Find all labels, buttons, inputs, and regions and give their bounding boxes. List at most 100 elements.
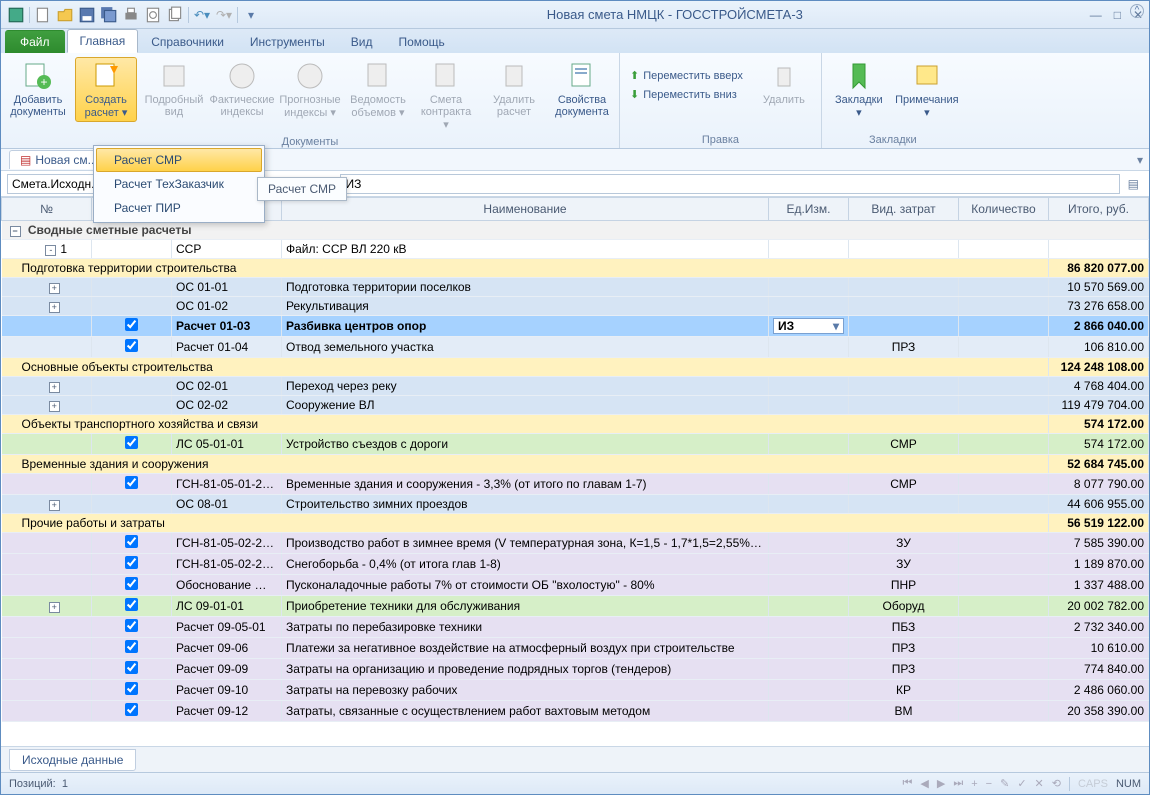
grid-row[interactable]: +ОС 02-02Сооружение ВЛ119 479 704.00 (2, 396, 1149, 415)
grid-row[interactable]: Прочие работы и затраты56 519 122.00 (2, 514, 1149, 533)
expand-icon[interactable]: + (49, 302, 60, 313)
expand-icon[interactable]: + (49, 382, 60, 393)
grid-area[interactable]: № Активность Шифр Наименование Ед.Изм. В… (1, 197, 1149, 746)
save-icon[interactable] (78, 6, 96, 24)
grid-row[interactable]: Объекты транспортного хозяйства и связи5… (2, 415, 1149, 434)
grid-row[interactable]: Основные объекты строительства124 248 10… (2, 358, 1149, 377)
expand-icon[interactable]: + (49, 602, 60, 613)
status-x-icon[interactable]: ✕ (1035, 777, 1044, 790)
status-ok-icon[interactable]: ✓ (1017, 777, 1026, 790)
row-checkbox[interactable] (125, 682, 138, 695)
col-no[interactable]: № (2, 198, 92, 221)
fact-index-button[interactable]: Фактические индексы (211, 57, 273, 121)
undo-icon[interactable]: ↶▾ (193, 6, 211, 24)
qat-more-icon[interactable]: ▾ (242, 6, 260, 24)
vol-sheet-button[interactable]: Ведомость объемов ▾ (347, 57, 409, 122)
status-nav-prev-icon[interactable]: ◀ (920, 777, 928, 790)
create-calc-button[interactable]: Создать расчет ▾ (75, 57, 137, 122)
row-checkbox[interactable] (125, 703, 138, 716)
contract-button[interactable]: Смета контракта ▾ (415, 57, 477, 134)
row-checkbox[interactable] (125, 640, 138, 653)
grid-options-icon[interactable]: ▤ (1124, 177, 1143, 191)
grid-row[interactable]: +ЛС 09-01-01Приобретение техники для обс… (2, 596, 1149, 617)
grid-row[interactable]: +ОС 01-02Рекультивация73 276 658.00 (2, 297, 1149, 316)
dropdown-icon[interactable]: ▾ (829, 319, 843, 333)
status-nav-first-icon[interactable]: ⏮ (902, 777, 912, 790)
new-doc-icon[interactable] (34, 6, 52, 24)
grid-row[interactable]: ГСН-81-05-02-20...Снегоборьба - 0,4% (от… (2, 554, 1149, 575)
grid-row[interactable]: Расчет 09-12Затраты, связанные с осущест… (2, 701, 1149, 722)
formula-input[interactable] (340, 174, 1119, 194)
status-nav-next-icon[interactable]: ▶ (937, 777, 945, 790)
row-checkbox[interactable] (125, 598, 138, 611)
row-checkbox[interactable] (125, 577, 138, 590)
grid-row[interactable]: +ОС 02-01Переход через реку4 768 404.00 (2, 377, 1149, 396)
grid-row[interactable]: Подготовка территории строительства86 82… (2, 259, 1149, 278)
grid-row[interactable]: -1ССРФайл: ССР ВЛ 220 кВ (2, 240, 1149, 259)
bookmarks-button[interactable]: Закладки ▾ (828, 57, 890, 122)
menu-item-smr[interactable]: Расчет СМР (96, 148, 262, 172)
col-vid[interactable]: Вид. затрат (849, 198, 959, 221)
redo-icon[interactable]: ↷▾ (215, 6, 233, 24)
prog-index-button[interactable]: Прогнозные индексы ▾ (279, 57, 341, 122)
tab-view[interactable]: Вид (338, 30, 386, 53)
doc-tab-dropdown-icon[interactable]: ▾ (1137, 153, 1149, 167)
tab-file[interactable]: Файл (5, 30, 65, 53)
status-add-icon[interactable]: + (971, 778, 977, 790)
grid-row[interactable]: ГСН-81-05-01-20...Временные здания и соо… (2, 474, 1149, 495)
row-checkbox[interactable] (125, 318, 138, 331)
open-icon[interactable] (56, 6, 74, 24)
doc-props-button[interactable]: Свойства документа (551, 57, 613, 121)
row-checkbox[interactable] (125, 661, 138, 674)
expand-icon[interactable]: - (45, 245, 56, 256)
status-edit-icon[interactable]: ✎ (1000, 777, 1009, 790)
group-header-row[interactable]: − Сводные сметные расчеты (2, 221, 1149, 240)
grid-row[interactable]: Расчет 09-06Платежи за негативное воздей… (2, 638, 1149, 659)
preview-icon[interactable] (144, 6, 162, 24)
tab-main[interactable]: Главная (67, 29, 139, 53)
add-documents-button[interactable]: + Добавить документы (7, 57, 69, 121)
grid-row[interactable]: Расчет 01-04Отвод земельного участкаПРЗ1… (2, 337, 1149, 358)
grid-row[interactable]: Расчет 09-05-01Затраты по перебазировке … (2, 617, 1149, 638)
delete-button[interactable]: Удалить (753, 57, 815, 109)
row-checkbox[interactable] (125, 535, 138, 548)
col-qty[interactable]: Количество (959, 198, 1049, 221)
grid-row[interactable]: Обоснование №...Пусконаладочные работы 7… (2, 575, 1149, 596)
saveall-icon[interactable] (100, 6, 118, 24)
expand-icon[interactable]: + (49, 401, 60, 412)
row-checkbox[interactable] (125, 436, 138, 449)
col-name[interactable]: Наименование (282, 198, 769, 221)
move-up-button[interactable]: ⬆Переместить вверх (626, 67, 747, 84)
row-checkbox[interactable] (125, 476, 138, 489)
grid-row[interactable]: ЛС 05-01-01Устройство съездов с дорогиСМ… (2, 434, 1149, 455)
grid-row[interactable]: Расчет 01-03Разбивка центров опорИЗ▾2 86… (2, 316, 1149, 337)
grid-row[interactable]: Расчет 09-10Затраты на перевозку рабочих… (2, 680, 1149, 701)
expand-icon[interactable]: + (49, 283, 60, 294)
tab-refs[interactable]: Справочники (138, 30, 237, 53)
menu-item-pir[interactable]: Расчет ПИР (96, 196, 262, 220)
collapse-icon[interactable]: − (10, 226, 21, 237)
grid-row[interactable]: Временные здания и сооружения52 684 745.… (2, 455, 1149, 474)
grid-row[interactable]: ГСН-81-05-02-20...Производство работ в з… (2, 533, 1149, 554)
col-ed[interactable]: Ед.Изм. (769, 198, 849, 221)
tab-help[interactable]: Помощь (385, 30, 457, 53)
notes-button[interactable]: Примечания ▾ (896, 57, 958, 122)
del-calc-button[interactable]: Удалить расчет (483, 57, 545, 121)
status-refresh-icon[interactable]: ⟲ (1052, 777, 1061, 790)
row-checkbox[interactable] (125, 339, 138, 352)
col-total[interactable]: Итого, руб. (1049, 198, 1149, 221)
row-checkbox[interactable] (125, 556, 138, 569)
detail-view-button[interactable]: Подробный вид (143, 57, 205, 121)
ribbon-help-icon[interactable]: ^ (1130, 4, 1144, 18)
expand-icon[interactable]: + (49, 500, 60, 511)
grid-row[interactable]: +ОС 01-01Подготовка территории поселков1… (2, 278, 1149, 297)
tab-tools[interactable]: Инструменты (237, 30, 338, 53)
maximize-button[interactable]: □ (1114, 8, 1121, 22)
move-down-button[interactable]: ⬇Переместить вниз (626, 86, 747, 103)
grid-row[interactable]: Расчет 09-09Затраты на организацию и про… (2, 659, 1149, 680)
status-nav-last-icon[interactable]: ⏭ (953, 777, 963, 790)
bottom-tab-source[interactable]: Исходные данные (9, 749, 136, 771)
copy-icon[interactable] (166, 6, 184, 24)
print-icon[interactable] (122, 6, 140, 24)
row-checkbox[interactable] (125, 619, 138, 632)
